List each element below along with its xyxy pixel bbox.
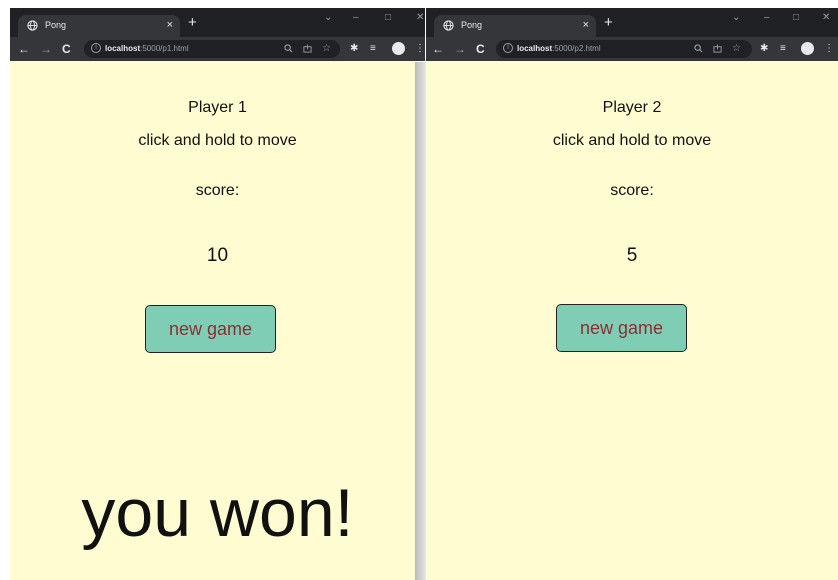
address-bar[interactable]: i localhost:5000/p1.html ☆ (84, 40, 340, 58)
share-icon[interactable] (303, 44, 312, 53)
browser-toolbar: ← → C i localhost:5000/p2.html ☆ ✱ ≡ ⋮ (426, 37, 838, 61)
instruction-text: click and hold to move (138, 132, 297, 149)
close-icon[interactable]: × (583, 17, 589, 33)
instruction-text: click and hold to move (552, 132, 712, 149)
tab-title: Pong (461, 20, 483, 30)
zoom-icon[interactable] (694, 44, 703, 53)
tab-search-icon[interactable]: ⌄ (324, 10, 332, 26)
reload-icon[interactable]: C (476, 41, 485, 57)
window-divider-shadow (415, 62, 426, 580)
url-text: localhost:5000/p1.html (105, 44, 189, 53)
minimize-icon[interactable]: – (764, 10, 770, 26)
profile-avatar-icon[interactable] (801, 42, 814, 55)
kebab-menu-icon[interactable]: ⋮ (415, 41, 425, 57)
score-label: score: (610, 182, 654, 199)
score-label: score: (195, 182, 240, 199)
extensions-icon[interactable]: ✱ (350, 41, 358, 57)
tab-pong[interactable]: Pong × (434, 15, 596, 37)
page-content: Player 2 click and hold to move score: 5… (426, 61, 838, 580)
player-title: Player 1 (188, 99, 247, 116)
reload-icon[interactable]: C (62, 41, 71, 57)
tab-title: Pong (45, 20, 67, 30)
tab-strip: Pong × + ⌄ – □ ✕ (10, 8, 425, 37)
tab-pong[interactable]: Pong × (18, 15, 180, 37)
page-content: Player 1 click and hold to move score: 1… (10, 61, 425, 580)
tab-search-icon[interactable]: ⌄ (732, 10, 740, 26)
back-icon[interactable]: ← (18, 41, 30, 57)
globe-icon (443, 20, 454, 31)
forward-icon[interactable]: → (40, 41, 52, 57)
score-value: 10 (206, 245, 229, 266)
share-icon[interactable] (713, 44, 722, 53)
info-icon[interactable]: i (503, 43, 513, 53)
info-icon[interactable]: i (91, 43, 101, 53)
back-icon[interactable]: ← (432, 41, 444, 57)
profile-avatar-icon[interactable] (392, 42, 405, 55)
star-icon[interactable]: ☆ (322, 42, 331, 55)
minimize-icon[interactable]: – (353, 10, 359, 26)
player-title: Player 2 (602, 99, 662, 116)
reading-list-icon[interactable]: ≡ (370, 41, 376, 57)
close-icon[interactable]: × (167, 17, 173, 33)
score-value: 5 (626, 245, 638, 266)
new-game-button[interactable]: new game (145, 305, 276, 353)
plus-icon[interactable]: + (604, 14, 613, 32)
tab-strip: Pong × + ⌄ – □ ✕ (426, 8, 838, 37)
result-message: you won! (81, 475, 354, 551)
window-close-icon[interactable]: ✕ (416, 10, 424, 26)
maximize-icon[interactable]: □ (385, 10, 391, 26)
browser-window-player-2: Pong × + ⌄ – □ ✕ ← → C i localhost:5000/… (426, 8, 838, 580)
globe-icon (27, 20, 38, 31)
extensions-icon[interactable]: ✱ (760, 41, 768, 57)
new-game-button[interactable]: new game (556, 304, 687, 352)
address-bar[interactable]: i localhost:5000/p2.html ☆ (496, 40, 752, 58)
kebab-menu-icon[interactable]: ⋮ (824, 41, 834, 57)
star-icon[interactable]: ☆ (732, 42, 741, 55)
reading-list-icon[interactable]: ≡ (780, 41, 786, 57)
browser-toolbar: ← → C i localhost:5000/p1.html ☆ ✱ ≡ ⋮ (10, 37, 425, 61)
url-text: localhost:5000/p2.html (517, 44, 601, 53)
forward-icon[interactable]: → (454, 41, 466, 57)
maximize-icon[interactable]: □ (793, 10, 799, 26)
plus-icon[interactable]: + (188, 14, 197, 32)
window-close-icon[interactable]: ✕ (822, 10, 830, 26)
zoom-icon[interactable] (284, 44, 293, 53)
browser-window-player-1: Pong × + ⌄ – □ ✕ ← → C i localhost:5000/… (10, 8, 425, 580)
